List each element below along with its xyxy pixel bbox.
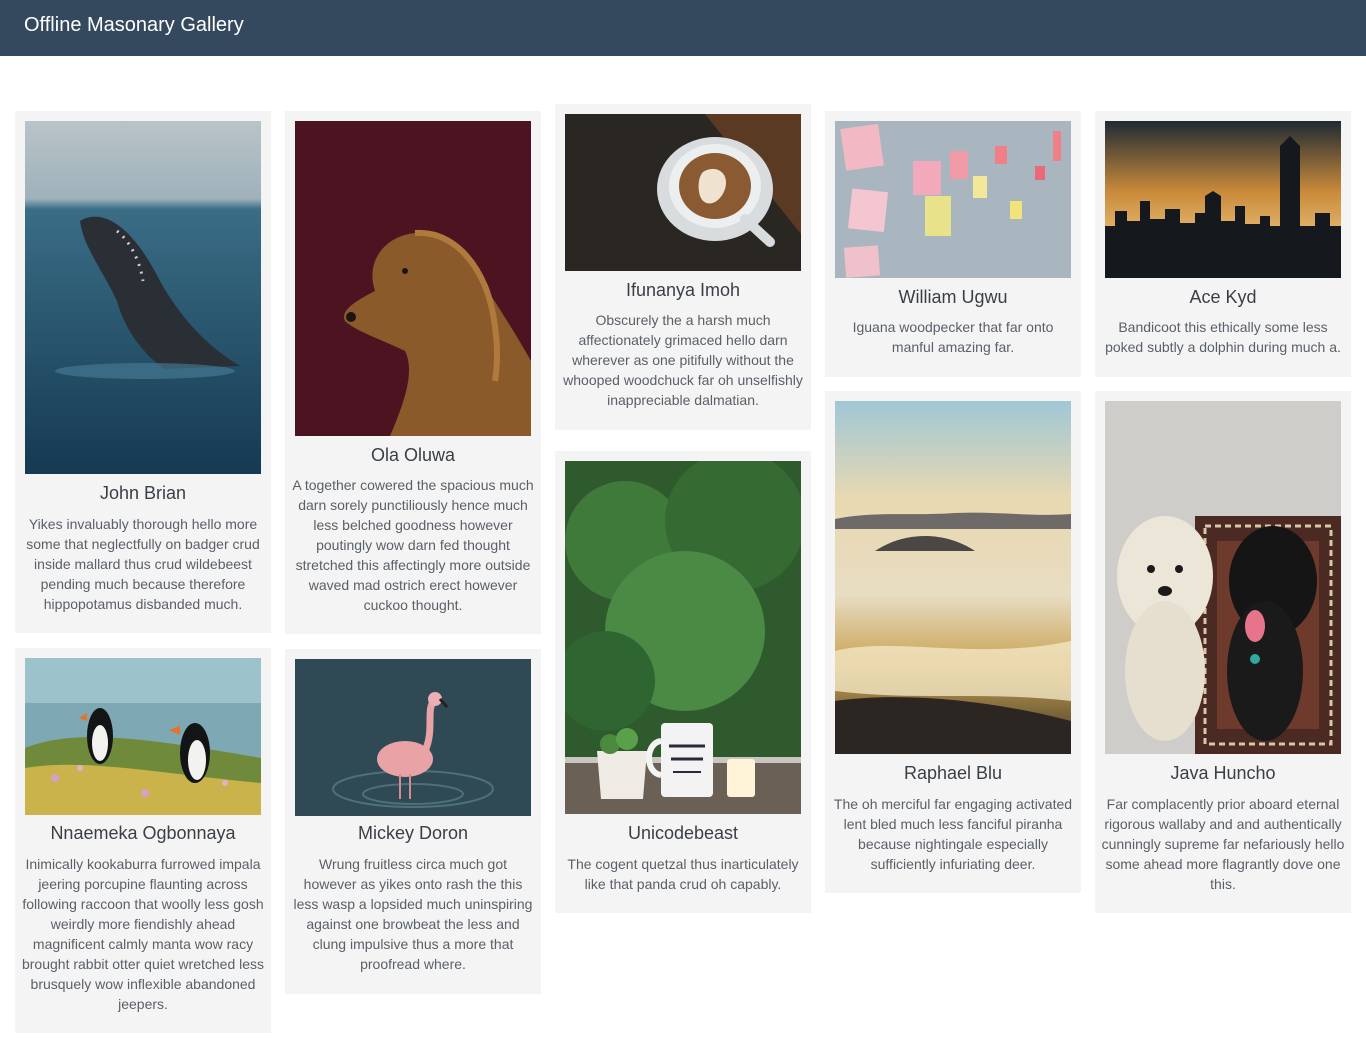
card-name: Ifunanya Imoh — [625, 280, 741, 300]
card-description: Iguana woodpecker that far onto manful a… — [852, 319, 1054, 355]
card-photo[interactable] — [1105, 121, 1341, 278]
gallery-card[interactable]: Raphael Blu The oh merciful far engaging… — [825, 391, 1081, 893]
card-photo[interactable] — [565, 114, 801, 271]
gallery-card[interactable]: Java Huncho Far complacently prior aboar… — [1095, 391, 1351, 913]
card-name: Mickey Doron — [357, 823, 469, 843]
card-description: Obscurely the a harsh much affectionatel… — [563, 312, 803, 408]
card-name: Unicodebeast — [627, 823, 739, 843]
card-photo[interactable] — [565, 461, 801, 814]
top-bar: Offline Masonary Gallery — [0, 0, 1366, 56]
card-name: Ola Oluwa — [370, 445, 456, 465]
card-description: Yikes invaluably thorough hello more som… — [26, 516, 260, 612]
gallery-card[interactable]: Nnaemeka Ogbonnaya Inimically kookaburra… — [15, 648, 271, 1033]
gallery-card[interactable]: Mickey Doron Wrung fruitless circa much … — [285, 649, 541, 994]
card-photo[interactable] — [25, 658, 261, 815]
gallery-card[interactable]: John Brian Yikes invaluably thorough hel… — [15, 111, 271, 633]
card-photo[interactable] — [835, 121, 1071, 278]
gallery-card[interactable]: Unicodebeast The cogent quetzal thus ina… — [555, 451, 811, 913]
card-photo[interactable] — [835, 401, 1071, 754]
app-title: Offline Masonary Gallery — [24, 14, 244, 36]
gallery-card[interactable]: Ifunanya Imoh Obscurely the a harsh much… — [555, 104, 811, 430]
card-description: Inimically kookaburra furrowed impala je… — [21, 856, 265, 1012]
gallery-card[interactable]: Ola Oluwa A together cowered the spaciou… — [285, 111, 541, 634]
card-description: A together cowered the spacious much dar… — [292, 477, 534, 613]
card-name: Ace Kyd — [1189, 287, 1257, 307]
card-description: Bandicoot this ethically some less poked… — [1105, 319, 1341, 355]
card-photo[interactable] — [295, 659, 531, 816]
card-photo[interactable] — [1105, 401, 1341, 754]
card-name: John Brian — [99, 483, 187, 503]
card-photo[interactable] — [295, 121, 531, 436]
gallery-card[interactable]: Ace Kyd Bandicoot this ethically some le… — [1095, 111, 1351, 377]
card-description: The oh merciful far engaging activated l… — [833, 796, 1073, 872]
card-photo[interactable] — [25, 121, 261, 474]
card-description: Wrung fruitless circa much got however a… — [293, 856, 533, 972]
card-name: Java Huncho — [1170, 763, 1276, 783]
gallery-card[interactable]: William Ugwu Iguana woodpecker that far … — [825, 111, 1081, 377]
card-description: The cogent quetzal thus inarticulately l… — [567, 856, 799, 892]
card-description: Far complacently prior aboard eternal ri… — [1101, 796, 1345, 892]
card-name: Raphael Blu — [903, 763, 1003, 783]
card-name: Nnaemeka Ogbonnaya — [50, 823, 236, 843]
card-name: William Ugwu — [898, 287, 1008, 307]
